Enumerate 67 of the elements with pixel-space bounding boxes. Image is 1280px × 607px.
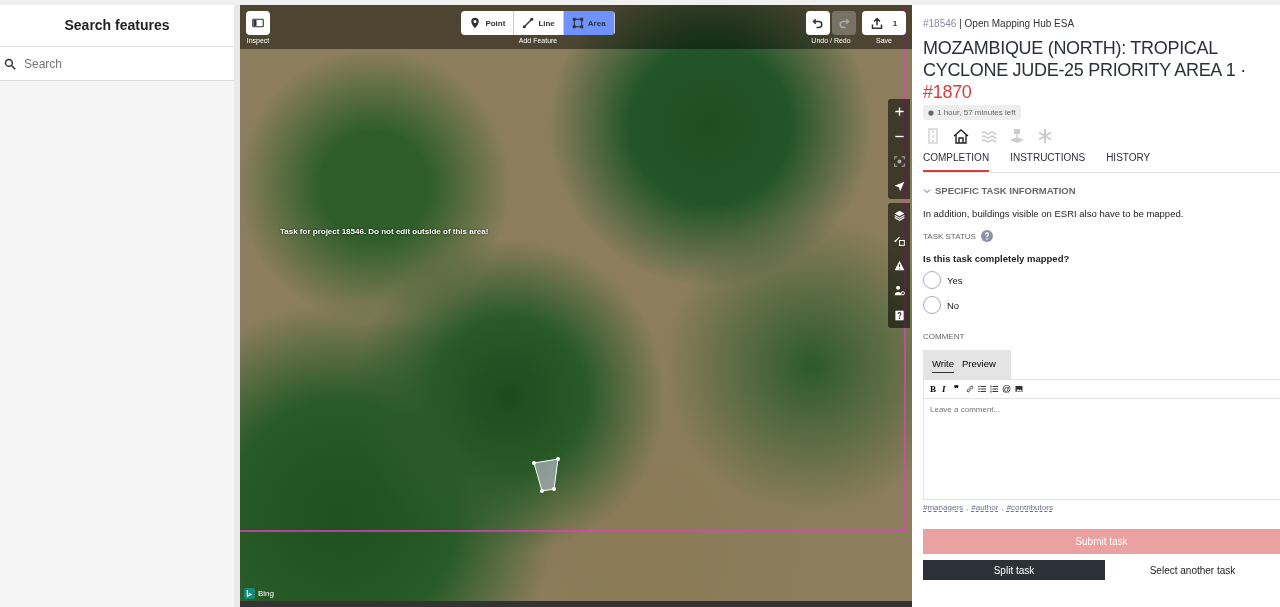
editor-tab[interactable]: Preview: [962, 358, 996, 373]
upload-icon: [870, 17, 883, 29]
zoom-to-selection-icon: [893, 156, 905, 167]
undo-button[interactable]: [806, 11, 830, 35]
bullet-list-button[interactable]: [978, 383, 986, 395]
task-boundary-notice: Task for project 18546. Do not edit outside of this area!: [280, 227, 489, 236]
undo-icon: [812, 17, 824, 29]
task-status-label: TASK STATUS: [923, 231, 976, 241]
help-icon[interactable]: [980, 230, 993, 242]
numbered-list-icon: [990, 385, 998, 393]
locate-icon: [893, 181, 905, 192]
mention-button[interactable]: @: [1002, 383, 1012, 395]
pin-icon: [469, 17, 482, 29]
search-field[interactable]: Search: [0, 47, 234, 81]
help-icon: [893, 310, 905, 321]
zoom-in-icon: [893, 106, 905, 117]
panel-tab[interactable]: COMPLETION: [923, 152, 990, 172]
image-icon: [1015, 385, 1024, 393]
preferences-icon: [893, 285, 905, 296]
mention-separator: ,: [966, 503, 969, 512]
redo-icon: [838, 17, 850, 29]
time-left-badge: 1 hour, 57 minutes left: [923, 105, 1021, 120]
link-icon: [966, 385, 974, 393]
mention-separator: ,: [1001, 503, 1004, 512]
imagery-attribution: Bing: [258, 589, 274, 598]
warning-icon: [893, 260, 905, 271]
mention-link[interactable]: #managers: [923, 503, 964, 512]
quote-button[interactable]: ❞: [954, 383, 962, 395]
panel-tab[interactable]: INSTRUCTIONS: [1010, 152, 1086, 172]
numbered-list-button[interactable]: [990, 383, 998, 395]
comment-label: COMMENT: [923, 332, 966, 341]
radio-option[interactable]: Yes: [923, 271, 1280, 289]
save-button[interactable]: 1: [862, 11, 906, 35]
mention-link[interactable]: #contributors: [1006, 503, 1053, 512]
draw-mode-button[interactable]: Point: [461, 11, 515, 35]
link-button[interactable]: [966, 383, 974, 395]
chevron-icon: [923, 186, 931, 195]
area-icon: [571, 17, 584, 29]
task-info-text: In addition, buildings visible on ESRI also have to be mapped.: [923, 208, 1185, 219]
question-text: Is this task completely mapped?: [923, 253, 1071, 264]
editor-tab[interactable]: Write: [932, 358, 954, 373]
project-breadcrumb: #18546 | Open Mapping Hub ESA: [923, 18, 1076, 29]
sidebar-toggle-icon: [252, 17, 264, 29]
sidebar-title: Search features: [0, 5, 234, 47]
comment-field[interactable]: Leave a comment...: [923, 399, 1280, 500]
bullet-list-icon: [978, 385, 986, 393]
bold-button[interactable]: B: [930, 383, 938, 395]
italic-button[interactable]: I: [942, 383, 950, 395]
line-icon: [522, 17, 535, 29]
mention-link[interactable]: #author: [971, 503, 999, 512]
image-button[interactable]: [1015, 383, 1024, 395]
section-toggle[interactable]: SPECIFIC TASK INFORMATION: [923, 185, 1280, 196]
bing-logo-icon: [244, 588, 255, 599]
split-task-button[interactable]: Split task: [923, 560, 1105, 580]
radio-option[interactable]: No: [923, 296, 1280, 314]
inspect-button[interactable]: [246, 11, 270, 35]
draw-mode-button[interactable]: Line: [514, 11, 564, 35]
timer-icon: [928, 109, 934, 116]
panel-tab[interactable]: HISTORY: [1106, 152, 1151, 172]
search-icon: [4, 57, 16, 70]
search-input[interactable]: Search: [22, 55, 230, 72]
map-data-icon: [893, 235, 905, 246]
layers-icon: [893, 210, 905, 221]
select-another-task-button[interactable]: Select another task: [1105, 560, 1280, 580]
draw-mode-button[interactable]: Area: [563, 11, 615, 35]
drawn-area-polygon: [532, 457, 560, 493]
project-title: MOZAMBIQUE (NORTH): TROPICAL CYCLONE JUDE-25 PRIORITY AREA 1 · #1870: [923, 37, 1247, 103]
